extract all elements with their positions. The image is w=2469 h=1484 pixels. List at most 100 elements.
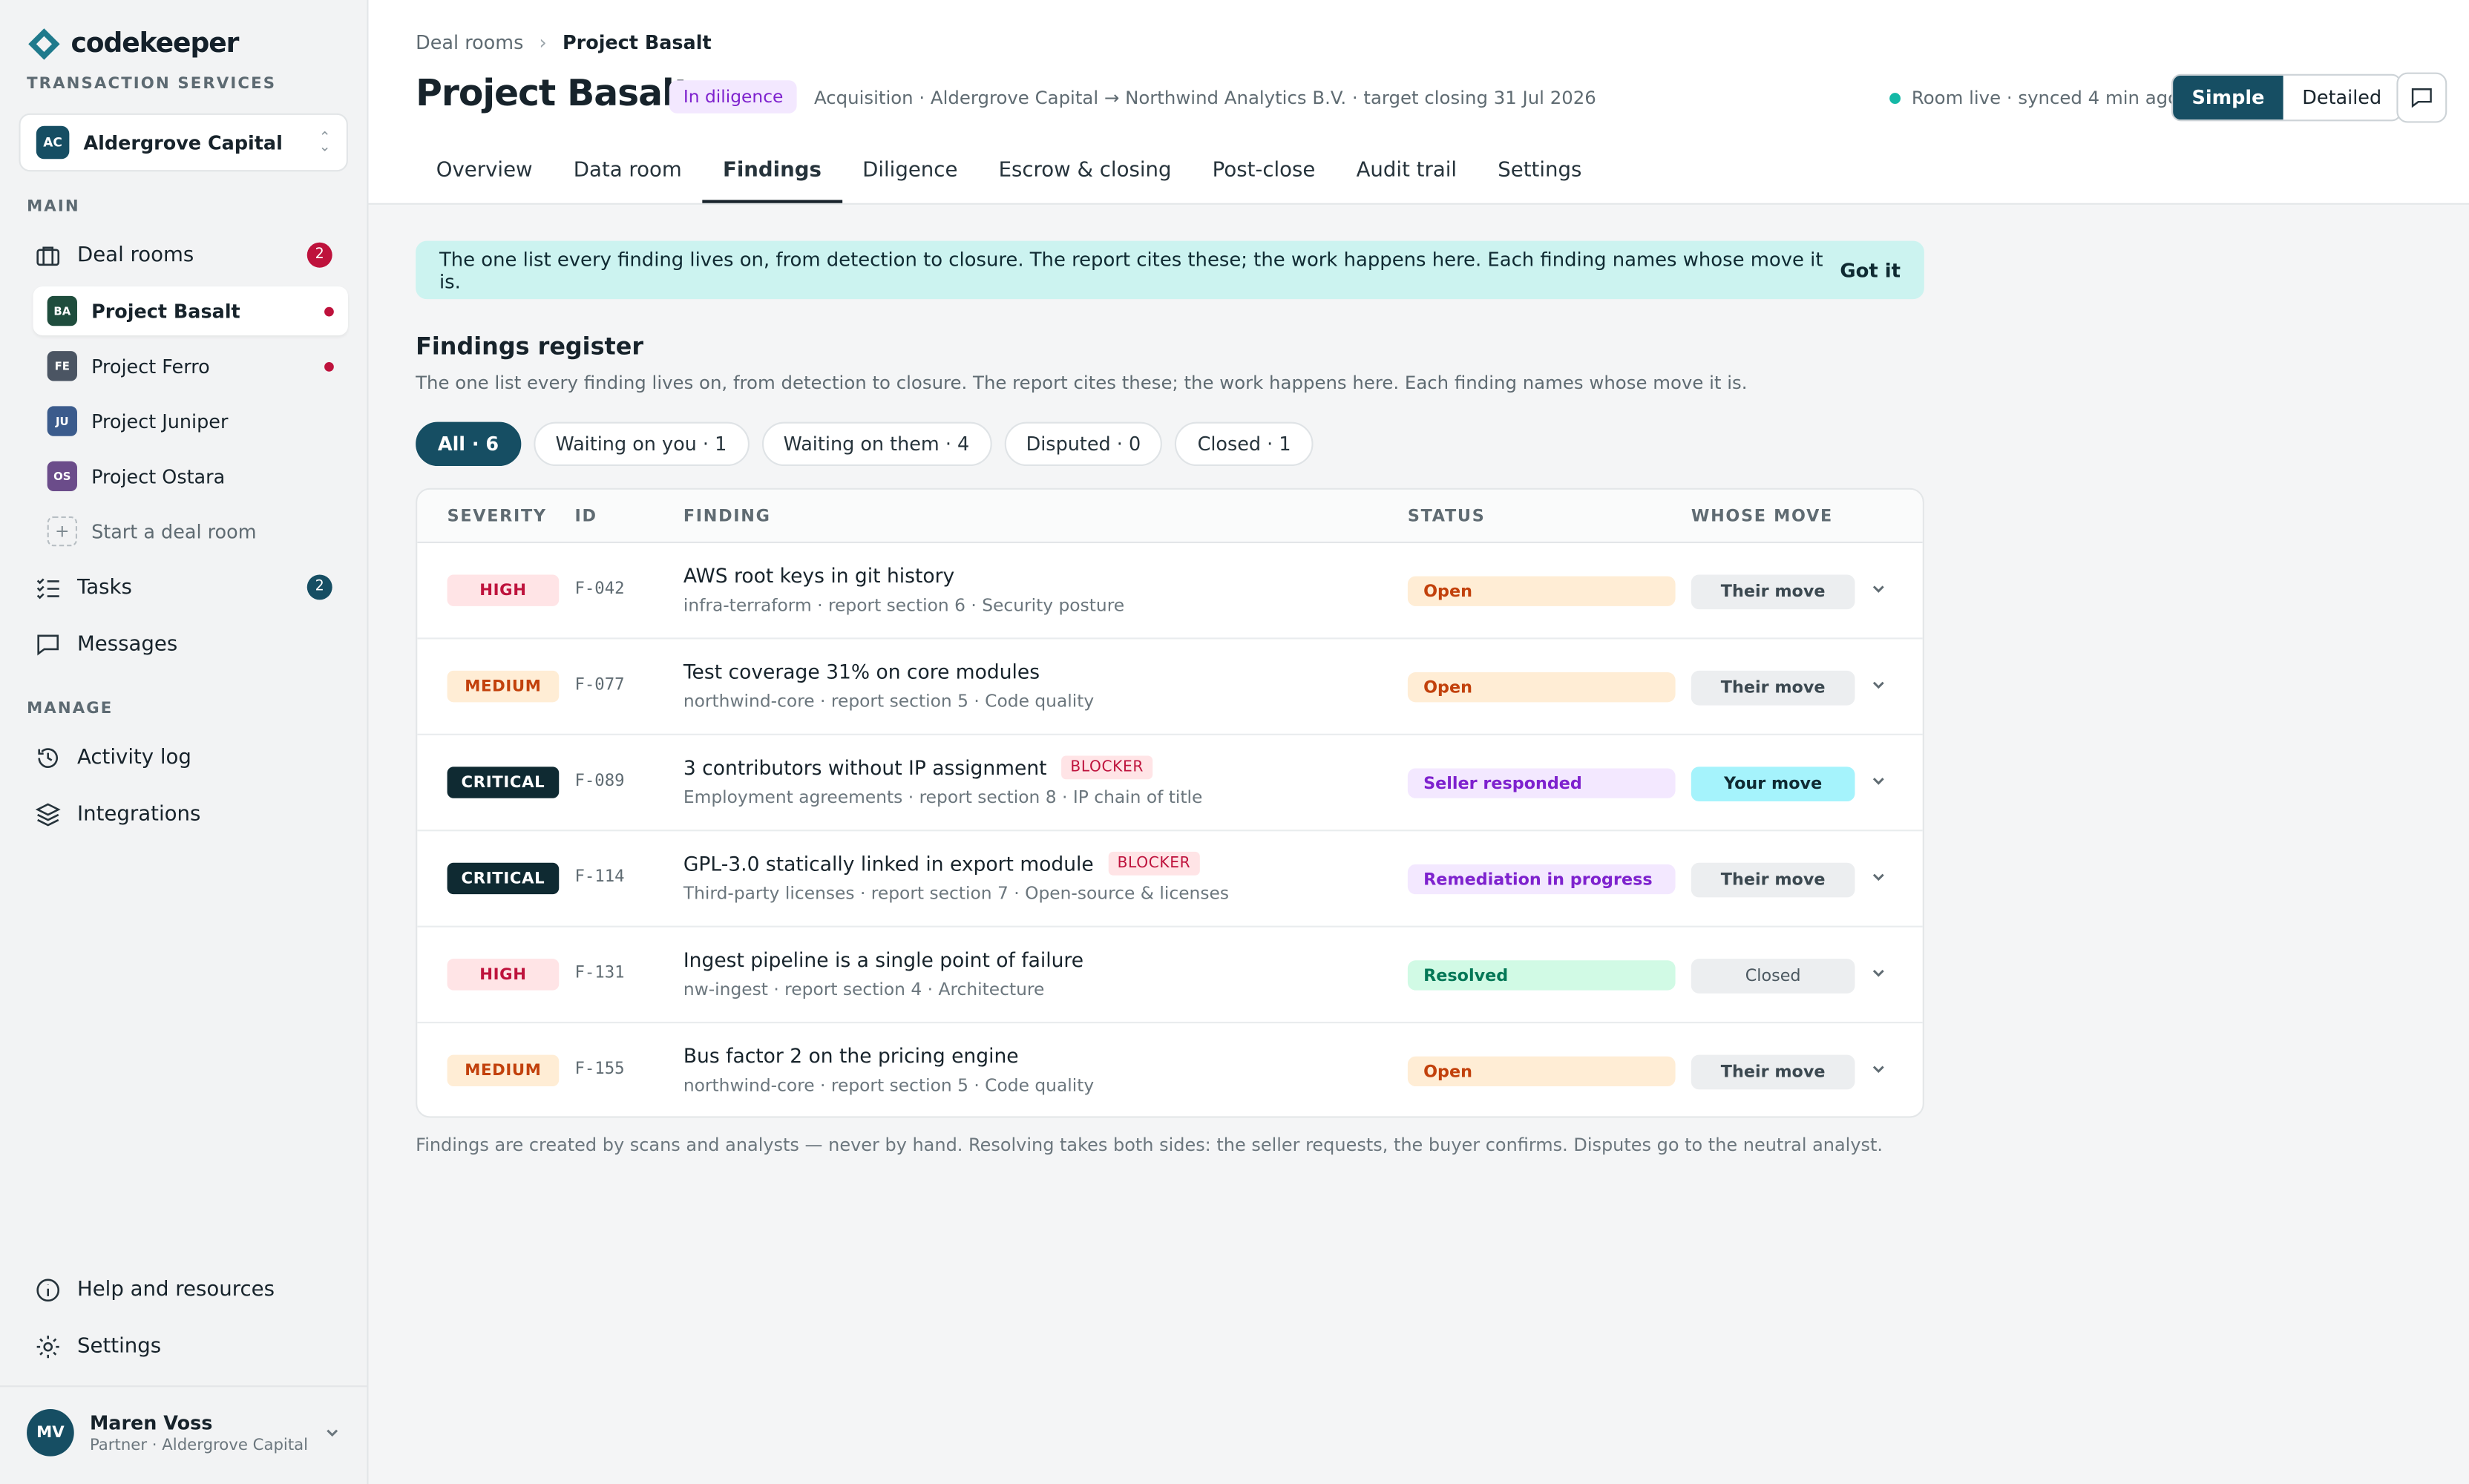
chevron-down-icon[interactable] xyxy=(1867,674,1889,696)
section-label-main: MAIN xyxy=(27,198,80,216)
tab-findings[interactable]: Findings xyxy=(702,150,842,203)
filter-closed[interactable]: Closed · 1 xyxy=(1175,421,1314,467)
whose-move-badge: Their move xyxy=(1691,670,1855,706)
unread-dot xyxy=(324,306,334,316)
finding-title[interactable]: Bus factor 2 on the pricing engine xyxy=(683,1044,1019,1068)
nav-tasks[interactable]: Tasks 2 xyxy=(19,562,347,612)
project-avatar: JU xyxy=(47,406,77,436)
dismiss-banner-button[interactable]: Got it xyxy=(1840,259,1901,281)
nav-integrations[interactable]: Integrations xyxy=(19,789,347,839)
finding-meta: Employment agreements · report section 8… xyxy=(683,787,1203,808)
page-header: Deal rooms › Project Basalt Project Basa… xyxy=(368,0,2469,205)
tab-settings[interactable]: Settings xyxy=(1478,150,1602,203)
tab-data-room[interactable]: Data room xyxy=(553,150,702,203)
briefcase-icon xyxy=(36,246,60,266)
filter-all[interactable]: All · 6 xyxy=(416,421,521,467)
col-severity: SEVERITY xyxy=(447,506,547,525)
unread-dot xyxy=(324,361,334,371)
filter-disputed[interactable]: Disputed · 0 xyxy=(1003,421,1163,467)
sidebar-item-project-ferro[interactable]: FE Project Ferro xyxy=(33,341,348,390)
messages-button[interactable] xyxy=(2396,72,2447,123)
avatar: MV xyxy=(27,1409,74,1457)
blocker-badge: BLOCKER xyxy=(1107,851,1201,876)
table-row[interactable]: HIGH F-131 Ingest pipeline is a single poi… xyxy=(417,928,1923,1024)
finding-title[interactable]: AWS root keys in git history xyxy=(683,564,954,588)
finding-title-text: GPL-3.0 statically linked in export modu… xyxy=(683,851,1094,876)
project-avatar: BA xyxy=(47,295,77,326)
nav-messages[interactable]: Messages xyxy=(19,619,347,669)
severity-badge: CRITICAL xyxy=(447,862,560,895)
chevron-down-icon[interactable] xyxy=(1867,770,1889,792)
nav-deal-rooms[interactable]: Deal rooms 2 xyxy=(19,230,347,280)
tab-diligence[interactable]: Diligence xyxy=(842,150,978,203)
status-badge: Open xyxy=(1407,672,1676,703)
project-avatar: OS xyxy=(47,461,77,492)
severity-badge: CRITICAL xyxy=(447,766,560,798)
breadcrumb-current: Project Basalt xyxy=(562,31,712,54)
org-name: Aldergrove Capital xyxy=(83,131,283,154)
start-deal-room-label: Start a deal room xyxy=(91,520,257,542)
status-badge: Open xyxy=(1407,576,1676,606)
table-row[interactable]: MEDIUM F-155 Bus factor 2 on the pricing e… xyxy=(417,1023,1922,1116)
view-simple-button[interactable]: Simple xyxy=(2173,75,2283,120)
gear-icon xyxy=(36,1335,59,1358)
finding-meta: infra-terraform · report section 6 · Sec… xyxy=(683,595,1125,616)
message-icon xyxy=(37,634,59,655)
table-row[interactable]: HIGH F-042 AWS root keys in git history inf… xyxy=(417,543,1923,640)
finding-title[interactable]: Test coverage 31% on core modules xyxy=(683,660,1040,683)
table-row[interactable]: CRITICAL F-089 3 contributors without IP a… xyxy=(417,735,1923,832)
col-status: STATUS xyxy=(1407,506,1486,525)
section-title: Findings register xyxy=(416,332,644,361)
tab-escrow-closing[interactable]: Escrow & closing xyxy=(978,150,1192,203)
finding-meta: nw-ingest · report section 4 · Architect… xyxy=(683,979,1045,1000)
nav-settings[interactable]: Settings xyxy=(19,1321,347,1371)
sync-status: Room live · synced 4 min ago xyxy=(1889,87,2179,108)
sidebar-item-project-juniper[interactable]: JU Project Juniper xyxy=(33,397,348,446)
table-row[interactable]: CRITICAL F-114 GPL-3.0 statically linked i… xyxy=(417,831,1923,928)
chevron-down-icon[interactable] xyxy=(1867,866,1889,888)
checklist-icon xyxy=(36,577,59,599)
finding-title[interactable]: GPL-3.0 statically linked in export modu… xyxy=(683,851,1201,876)
sidebar-item-project-ostara[interactable]: OS Project Ostara xyxy=(33,452,348,501)
table-header: SEVERITY ID FINDING STATUS WHOSE MOVE xyxy=(417,489,1923,544)
finding-id: F-114 xyxy=(574,867,625,887)
chevron-down-icon[interactable] xyxy=(1867,962,1889,984)
chevron-down-icon[interactable] xyxy=(1867,578,1889,600)
finding-title-text: Ingest pipeline is a single point of fai… xyxy=(683,948,1084,972)
chevron-down-icon[interactable] xyxy=(1867,1058,1889,1080)
filter-waiting-on-you[interactable]: Waiting on you · 1 xyxy=(533,421,749,467)
severity-badge: HIGH xyxy=(447,574,560,606)
user-menu[interactable]: MV Maren Voss Partner · Aldergrove Capit… xyxy=(27,1409,341,1457)
nav-activity-log[interactable]: Activity log xyxy=(19,732,347,783)
table-row[interactable]: MEDIUM F-077 Test coverage 31% on core mod… xyxy=(417,639,1923,735)
tab-audit-trail[interactable]: Audit trail xyxy=(1336,150,1478,203)
filter-waiting-on-them[interactable]: Waiting on them · 4 xyxy=(761,421,991,467)
breadcrumb-deal-rooms[interactable]: Deal rooms xyxy=(416,31,523,53)
finding-title[interactable]: Ingest pipeline is a single point of fai… xyxy=(683,948,1083,971)
finding-meta: northwind-core · report section 5 · Code… xyxy=(683,691,1095,712)
col-id: ID xyxy=(574,506,597,525)
layers-icon xyxy=(35,802,61,826)
main-content: Deal rooms › Project Basalt Project Basa… xyxy=(368,0,2469,1484)
sidebar: codekeeper TRANSACTION SERVICES AC Alder… xyxy=(0,0,369,1484)
finding-title[interactable]: 3 contributors without IP assignment BLOC… xyxy=(683,755,1153,780)
tab-post-close[interactable]: Post-close xyxy=(1192,150,1336,203)
live-dot-icon xyxy=(1889,92,1901,103)
page-title: Project Basalt xyxy=(416,73,691,115)
view-detailed-button[interactable]: Detailed xyxy=(2283,76,2401,119)
view-toggle: Simple Detailed xyxy=(2171,73,2402,122)
sidebar-item-project-basalt[interactable]: BA Project Basalt xyxy=(33,286,348,335)
banner-text: The one list every finding lives on, fro… xyxy=(439,248,1823,292)
history-icon xyxy=(38,747,59,767)
nav-help[interactable]: Help and resources xyxy=(19,1264,347,1315)
col-finding: FINDING xyxy=(683,506,771,525)
tab-overview[interactable]: Overview xyxy=(416,150,553,203)
deal-meta: Acquisition · Aldergrove Capital → North… xyxy=(813,86,1596,109)
start-deal-room-button[interactable]: + Start a deal room xyxy=(33,507,348,556)
finding-id: F-155 xyxy=(574,1059,625,1079)
whose-move-badge: Their move xyxy=(1691,574,1855,610)
org-switcher[interactable]: AC Aldergrove Capital ⌃ ⌄ xyxy=(19,113,348,172)
brand-logo[interactable]: codekeeper xyxy=(27,27,239,62)
whose-move-badge: Closed xyxy=(1691,959,1855,994)
finding-meta: Third-party licenses · report section 7 … xyxy=(683,883,1230,904)
